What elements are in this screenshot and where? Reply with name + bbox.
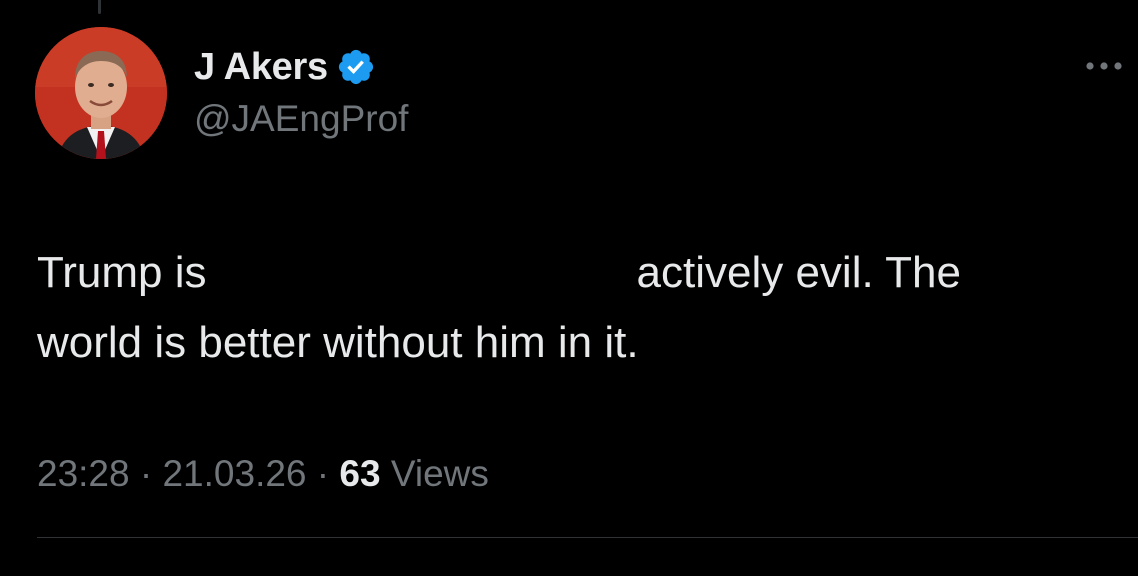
tweet-line-2: world is better without him in it. [37,318,639,367]
author-name-row: J Akers [194,44,376,90]
verified-badge-icon [338,49,373,85]
more-dots-icon [1086,62,1122,70]
tweet-line-1-end: actively evil. The [636,248,961,297]
author-display-name[interactable]: J Akers [194,44,328,90]
tweet-line-1: Trump is actively evil. The [37,238,1117,308]
tweet-line-1-start: Trump is [37,248,207,297]
tweet-meta: 23:28 · 21.03.26 · 63 Views [37,450,489,498]
author-handle[interactable]: @JAEngProf [194,96,408,142]
thread-connector-line [98,0,101,14]
views-count[interactable]: 63 [339,453,380,494]
more-options-button[interactable] [1080,48,1128,84]
meta-separator: · [139,453,153,494]
views-label[interactable]: Views [391,453,489,494]
tweet-text: Trump is actively evil. The world is bett… [37,238,1117,378]
divider [37,537,1138,538]
tweet-date[interactable]: 21.03.26 [162,453,306,494]
avatar[interactable] [35,27,167,159]
avatar-photo [35,27,167,159]
tweet-time[interactable]: 23:28 [37,453,130,494]
meta-separator: · [316,453,330,494]
